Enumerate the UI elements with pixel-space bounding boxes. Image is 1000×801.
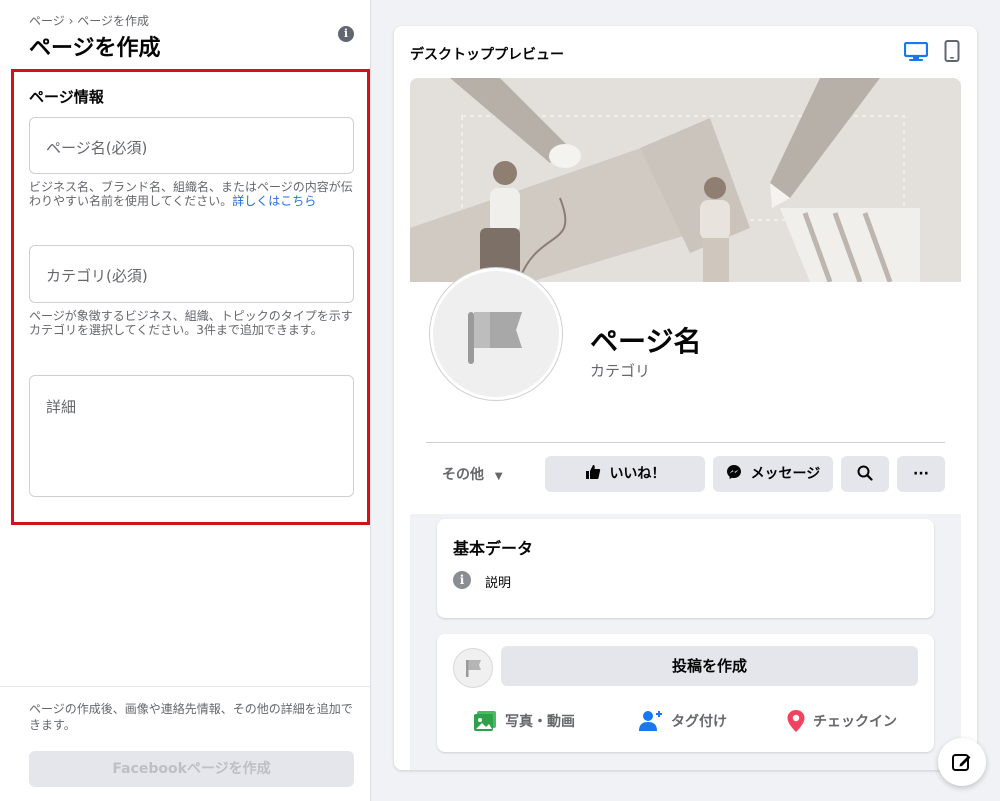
preview-title: デスクトッププレビュー bbox=[410, 47, 564, 63]
about-description: 説明 bbox=[485, 576, 512, 591]
section-title: ページ情報 bbox=[29, 88, 104, 106]
about-card: 基本データ i 説明 bbox=[437, 519, 934, 618]
preview-panel: デスクトッププレビュー ページ名 カテゴリ その他 ▼ いいね！ メッセージ ·… bbox=[394, 26, 977, 770]
preview-page-name: ページ名 bbox=[590, 325, 702, 358]
search-icon bbox=[857, 465, 873, 481]
tag-people-icon bbox=[639, 711, 662, 731]
more-dots-icon: ··· bbox=[913, 466, 929, 482]
details-placeholder: 詳細 bbox=[46, 398, 77, 416]
checkin-action[interactable]: チェックイン bbox=[787, 710, 897, 732]
breadcrumb[interactable]: ページ › ページを作成 bbox=[29, 12, 149, 29]
create-post-button[interactable]: 投稿を作成 bbox=[501, 646, 918, 686]
caret-down-icon: ▼ bbox=[494, 471, 503, 482]
photo-video-action[interactable]: 写真・動画 bbox=[473, 710, 575, 732]
flag-icon bbox=[468, 312, 522, 364]
category-help: ページが象徴するビジネス、組織、トピックのタイプを示すカテゴリを選択してください… bbox=[29, 309, 353, 337]
photo-icon bbox=[474, 711, 496, 731]
compose-button[interactable] bbox=[938, 738, 986, 786]
footer-note: ページの作成後、画像や連絡先情報、その他の詳細を追加できます。 bbox=[29, 702, 353, 732]
page-name-input[interactable]: ページ名(必須) bbox=[29, 117, 354, 174]
learn-more-link[interactable]: 詳しくはこちら bbox=[232, 194, 316, 208]
header-divider bbox=[426, 442, 945, 443]
info-icon: i bbox=[453, 571, 471, 589]
info-icon[interactable]: i bbox=[338, 26, 354, 42]
thumbs-up-icon bbox=[585, 458, 601, 494]
left-panel: ページ › ページを作成 ページを作成 i ページ情報 ページ名(必須) ビジネ… bbox=[0, 0, 371, 801]
desktop-icon[interactable] bbox=[904, 42, 928, 62]
like-button[interactable]: いいね！ bbox=[545, 456, 705, 492]
message-button[interactable]: メッセージ bbox=[713, 456, 833, 492]
category-placeholder: カテゴリ(必須) bbox=[46, 267, 148, 285]
preview-category: カテゴリ bbox=[590, 362, 651, 380]
cover-photo bbox=[410, 78, 961, 282]
cover-illustration-icon bbox=[410, 78, 961, 282]
messenger-icon bbox=[726, 458, 742, 494]
about-title: 基本データ bbox=[453, 539, 534, 558]
page-title: ページを作成 bbox=[29, 36, 161, 61]
profile-avatar bbox=[430, 268, 562, 400]
mobile-icon[interactable] bbox=[944, 40, 960, 62]
left-footer: ページの作成後、画像や連絡先情報、その他の詳細を追加できます。 Facebook… bbox=[0, 686, 370, 801]
page-preview: ページ名 カテゴリ その他 ▼ いいね！ メッセージ ··· 基本データ i 説… bbox=[410, 78, 961, 770]
flag-icon bbox=[466, 660, 481, 677]
create-page-button[interactable]: Facebookページを作成 bbox=[29, 751, 354, 787]
page-name-help: ビジネス名、ブランド名、組織名、またはページの内容が伝わりやすい名前を使用してく… bbox=[29, 180, 353, 208]
compose-icon bbox=[952, 754, 971, 771]
details-textarea[interactable]: 詳細 bbox=[29, 375, 354, 497]
category-input[interactable]: カテゴリ(必須) bbox=[29, 245, 354, 303]
post-avatar bbox=[453, 648, 493, 688]
location-pin-icon bbox=[787, 710, 805, 732]
tag-action[interactable]: タグ付け bbox=[639, 710, 727, 732]
more-dropdown[interactable]: その他 ▼ bbox=[442, 464, 503, 484]
create-post-card: 投稿を作成 写真・動画 タグ付け チェックイン bbox=[437, 634, 934, 752]
page-header: ページ名 カテゴリ その他 ▼ いいね！ メッセージ ··· bbox=[410, 78, 961, 514]
page-name-placeholder: ページ名(必須) bbox=[46, 139, 148, 157]
more-options-button[interactable]: ··· bbox=[897, 456, 945, 492]
search-button[interactable] bbox=[841, 456, 889, 492]
